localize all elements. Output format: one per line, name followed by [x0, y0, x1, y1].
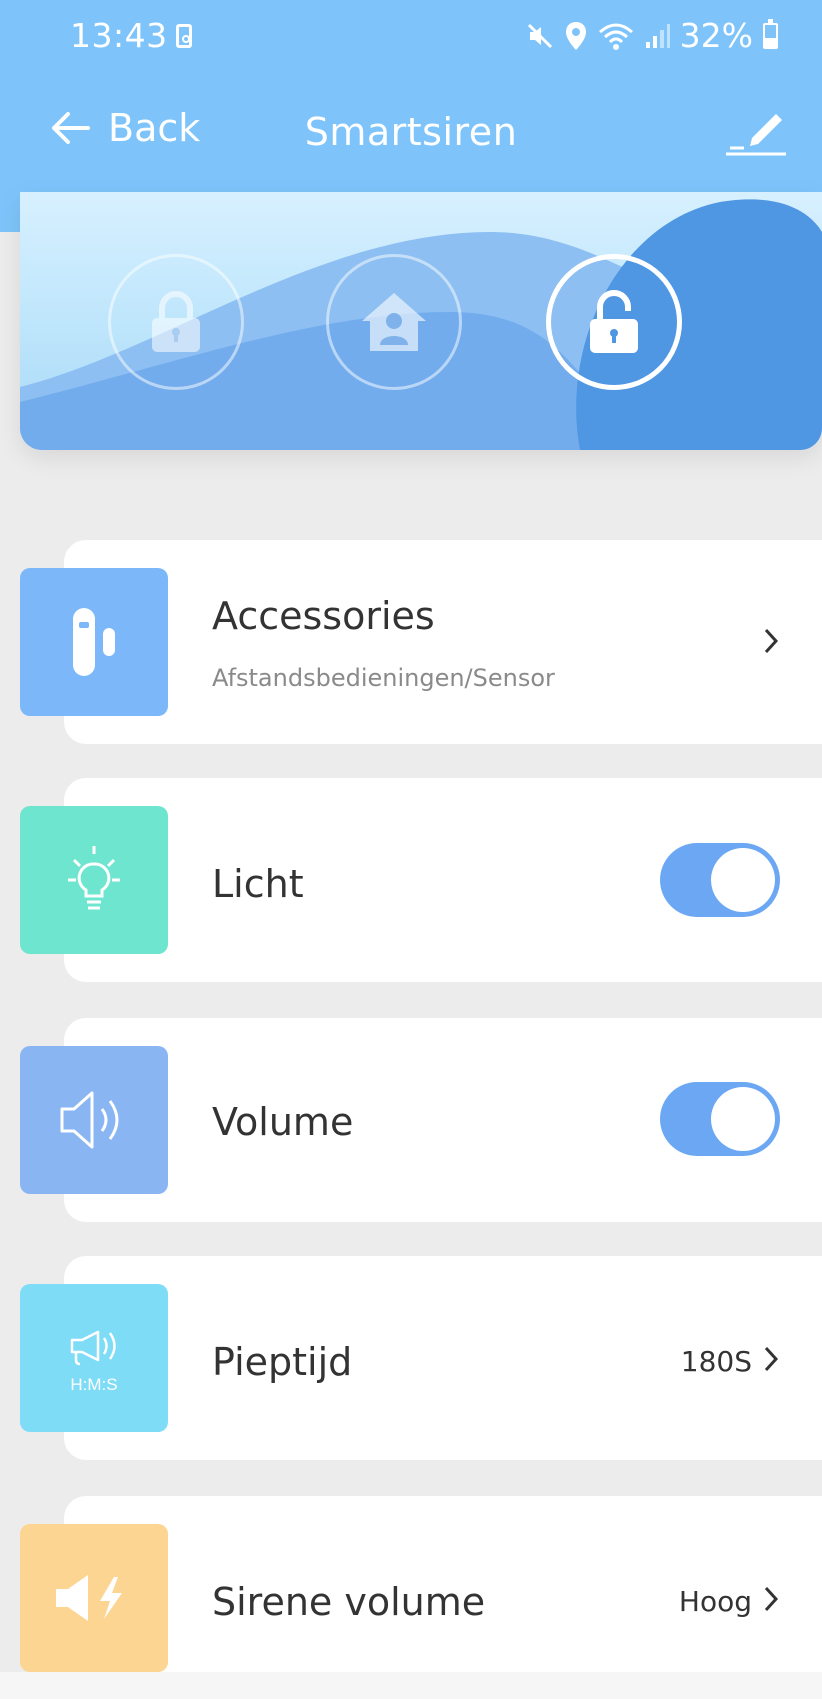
- lightbulb-icon: [68, 846, 120, 910]
- volume-title: Volume: [212, 1100, 354, 1144]
- chevron-right-icon: [764, 1586, 779, 1612]
- sirene-volume-value: Hoog: [678, 1585, 752, 1618]
- wifi-icon: [598, 23, 633, 50]
- accessories-icon-tile: [20, 568, 168, 716]
- licht-title: Licht: [212, 862, 304, 906]
- pencil-icon: [726, 114, 786, 156]
- pieptijd-icon-tile: H:M:S: [20, 1284, 168, 1432]
- mode-arm-button[interactable]: [108, 254, 244, 390]
- chevron-right-icon: [764, 628, 779, 654]
- mute-icon: [527, 23, 552, 48]
- pieptijd-icon-label: H:M:S: [70, 1375, 117, 1394]
- bottom-strip: [0, 1672, 822, 1699]
- volume-toggle[interactable]: [660, 1082, 780, 1156]
- pieptijd-title: Pieptijd: [212, 1340, 353, 1384]
- battery-percent: 32%: [679, 16, 753, 55]
- lock-icon: [152, 291, 200, 352]
- pieptijd-value: 180S: [680, 1345, 752, 1378]
- home-person-icon: [362, 293, 426, 351]
- speaker-icon: [60, 1091, 119, 1149]
- sirene-icon-tile: [20, 1524, 168, 1672]
- accessories-card[interactable]: [64, 540, 822, 744]
- sirene-volume-title: Sirene volume: [212, 1580, 486, 1624]
- signal-icon: [645, 23, 670, 48]
- page-title: Smartsiren: [304, 110, 518, 154]
- accessories-subtitle: Afstandsbedieningen/Sensor: [212, 664, 555, 692]
- chevron-right-icon: [764, 1346, 779, 1372]
- location-icon: [565, 21, 586, 50]
- battery-icon: [763, 18, 778, 49]
- unlock-icon: [590, 290, 638, 353]
- status-time: 13:43: [70, 16, 168, 55]
- megaphone-icon: H:M:S: [70, 1330, 118, 1394]
- app-bar: Back Smartsiren: [0, 80, 822, 192]
- mode-banner: [20, 192, 822, 450]
- volume-icon-tile: [20, 1046, 168, 1194]
- sensor-icon: [73, 608, 115, 676]
- licht-icon-tile: [20, 806, 168, 954]
- mode-home-button[interactable]: [326, 254, 462, 390]
- mode-disarm-button[interactable]: [546, 254, 682, 390]
- siren-volume-icon: [56, 1575, 122, 1621]
- media-icon: [176, 24, 192, 48]
- status-icons: 32%: [526, 16, 778, 55]
- licht-toggle[interactable]: [660, 843, 780, 917]
- edit-button[interactable]: [722, 98, 792, 162]
- status-bar: 13:43 32%: [0, 0, 822, 80]
- header-strip: [0, 192, 20, 232]
- accessories-title: Accessories: [212, 594, 435, 638]
